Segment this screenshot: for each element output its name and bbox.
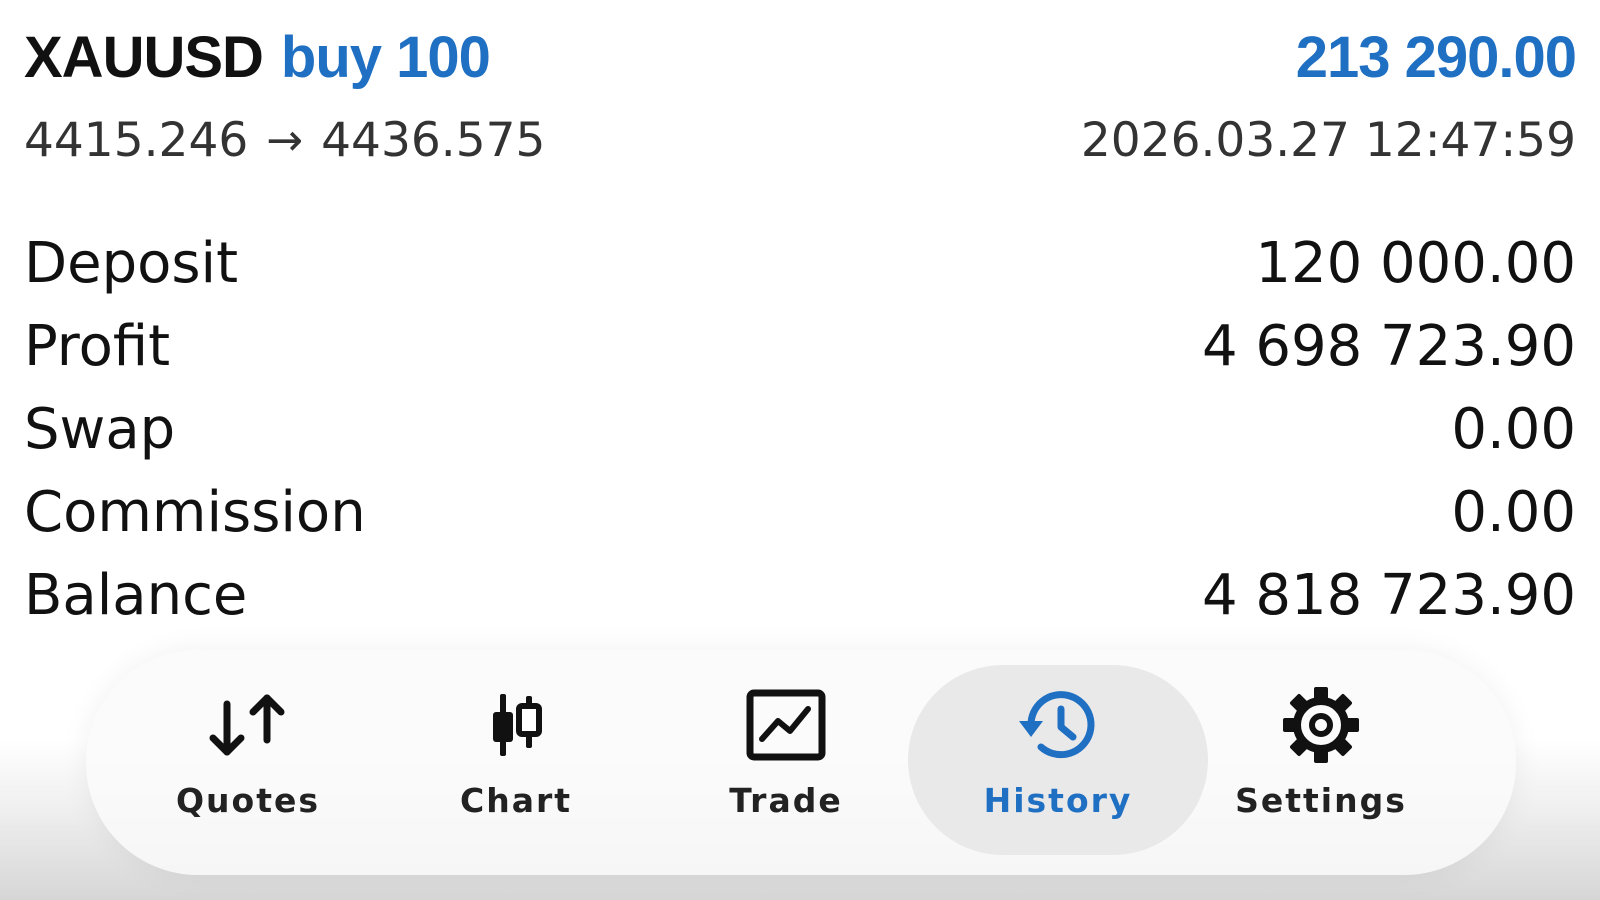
quotes-arrows-icon [203, 685, 293, 765]
detail-label: Profit [24, 314, 171, 379]
detail-value: 120 000.00 [1255, 231, 1576, 296]
tab-label: Quotes [175, 781, 321, 820]
deal-datetime: 2026.03.27 12:47:59 [1080, 112, 1576, 168]
candlestick-chart-icon [471, 685, 561, 765]
tab-history[interactable]: History [908, 665, 1208, 855]
detail-value: 0.00 [1451, 480, 1576, 545]
deal-symbol: XAUUSD [24, 24, 264, 90]
detail-row-swap: Swap 0.00 [24, 388, 1576, 471]
price-arrow-icon: → [266, 114, 304, 166]
detail-row-commission: Commission 0.00 [24, 471, 1576, 554]
bottom-tab-bar: Quotes Chart Trade History Settings [86, 650, 1516, 875]
history-clock-icon [1013, 685, 1103, 765]
trade-line-chart-icon [741, 685, 831, 765]
deal-price-row: 4415.246 → 4436.575 2026.03.27 12:47:59 [24, 110, 1576, 170]
history-deal-screen: XAUUSD buy 100 213 290.00 4415.246 → 443… [0, 0, 1600, 900]
detail-label: Commission [24, 480, 366, 545]
deal-details: Deposit 120 000.00 Profit 4 698 723.90 S… [24, 222, 1576, 637]
detail-row-deposit: Deposit 120 000.00 [24, 222, 1576, 305]
detail-value: 4 818 723.90 [1201, 563, 1576, 628]
tab-settings[interactable]: Settings [1191, 675, 1451, 835]
detail-value: 0.00 [1451, 397, 1576, 462]
deal-header[interactable]: XAUUSD buy 100 213 290.00 [24, 22, 1577, 92]
tab-label: History [983, 781, 1133, 820]
detail-label: Balance [24, 563, 248, 628]
detail-value: 4 698 723.90 [1201, 314, 1576, 379]
close-price: 4436.575 [321, 112, 546, 168]
deal-total-profit: 213 290.00 [1295, 24, 1577, 90]
tab-quotes[interactable]: Quotes [118, 675, 378, 835]
deal-title: XAUUSD buy 100 [24, 24, 491, 91]
detail-row-profit: Profit 4 698 723.90 [24, 305, 1576, 388]
detail-row-balance: Balance 4 818 723.90 [24, 554, 1576, 637]
deal-side-volume: buy 100 [280, 24, 491, 90]
tab-trade[interactable]: Trade [656, 675, 916, 835]
tab-chart[interactable]: Chart [386, 675, 646, 835]
detail-label: Swap [24, 397, 176, 462]
price-path: 4415.246 → 4436.575 [24, 113, 545, 168]
tab-label: Settings [1235, 781, 1407, 820]
tab-label: Trade [729, 781, 843, 820]
gear-icon [1276, 685, 1366, 765]
open-price: 4415.246 [24, 112, 249, 168]
detail-label: Deposit [24, 231, 239, 296]
tab-label: Chart [459, 781, 573, 820]
